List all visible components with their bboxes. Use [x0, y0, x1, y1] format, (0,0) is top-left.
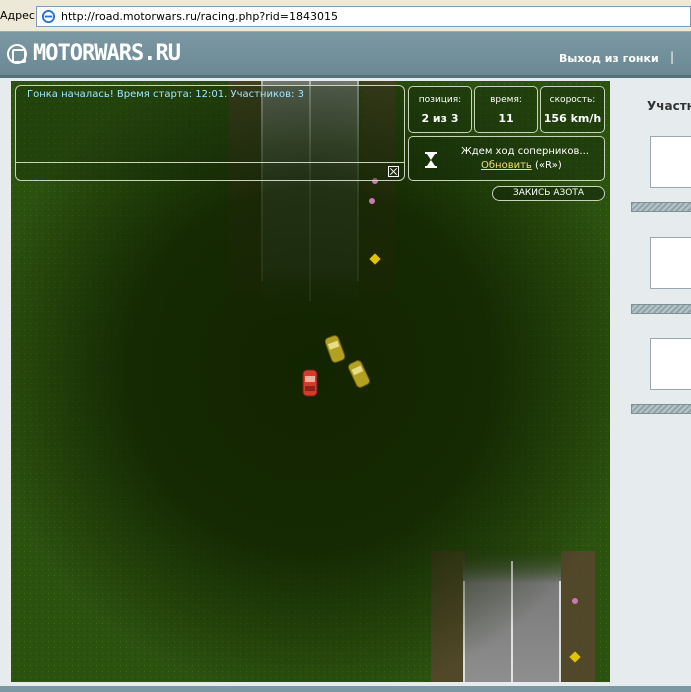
participant-progress-bar — [631, 202, 691, 212]
header-separator: | — [670, 50, 675, 64]
refresh-link[interactable]: Обновить — [481, 160, 532, 171]
participant-progress-bar — [631, 304, 691, 314]
race-message-panel: Гонка началась! Время старта: 12:01. Уча… — [15, 85, 405, 181]
site-header: MOTORWARS.RU Выход из гонки | — [0, 32, 691, 78]
speed-value: 156 km/h — [543, 112, 602, 125]
waiting-text: Ждем ход соперников... — [461, 146, 589, 157]
time-value: 11 — [498, 112, 514, 125]
refresh-hotkey: («R») — [535, 160, 562, 171]
rival-car-2[interactable] — [348, 359, 370, 389]
participant-progress-bar — [631, 404, 691, 414]
position-value: 2 из 3 — [421, 112, 459, 125]
speed-label: скорость: — [549, 95, 596, 105]
position-stat: позиция: 2 из 3 — [408, 86, 472, 133]
waiting-panel: Ждем ход соперников... Обновить («R») — [408, 136, 605, 181]
close-icon[interactable] — [388, 166, 399, 177]
browser-address-bar: Адрес: http://road.motorwars.ru/racing.p… — [0, 0, 691, 32]
address-label: Адрес: — [0, 9, 39, 22]
footer-strip — [0, 686, 691, 692]
participant-card[interactable] — [650, 237, 691, 289]
speed-stat: скорость: 156 km/h — [540, 86, 605, 133]
ie-page-icon — [41, 9, 56, 24]
participants-title: Участн — [647, 99, 691, 113]
refresh-line: Обновить («R») — [481, 160, 562, 171]
url-input[interactable]: http://road.motorwars.ru/racing.php?rid=… — [36, 6, 691, 27]
time-label: время: — [490, 95, 522, 105]
logo-icon — [7, 44, 27, 64]
player-car[interactable] — [301, 368, 319, 398]
exit-race-link[interactable]: Выход из гонки — [559, 52, 659, 65]
position-label: позиция: — [418, 95, 462, 105]
url-text: http://road.motorwars.ru/racing.php?rid=… — [61, 10, 338, 23]
hourglass-icon — [425, 152, 437, 168]
panel-divider — [16, 162, 404, 163]
race-message: Гонка началась! Время старта: 12:01. Уча… — [27, 89, 304, 100]
rival-car-1[interactable] — [325, 334, 345, 364]
nitro-button[interactable]: ЗАКИСЬ АЗОТА — [492, 186, 605, 201]
participant-card[interactable] — [650, 136, 691, 188]
site-logo[interactable]: MOTORWARS.RU — [33, 41, 181, 66]
participant-card[interactable] — [650, 338, 691, 390]
time-stat: время: 11 — [474, 86, 538, 133]
